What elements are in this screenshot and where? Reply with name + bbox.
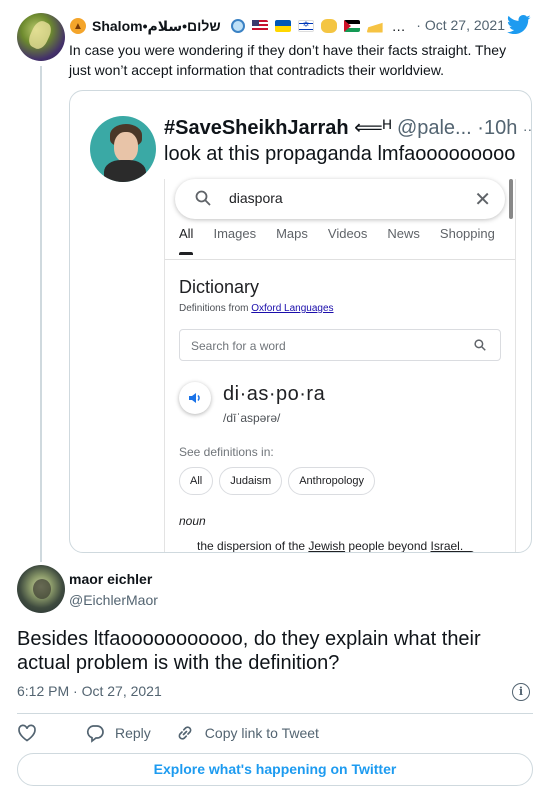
parent-tweet-date[interactable]: · Oct 27, 2021 [416, 17, 505, 33]
name-emoji-row: … [225, 18, 406, 34]
parent-display-name[interactable]: Shalom•שלום•سلام [92, 18, 221, 35]
search-icon [195, 190, 211, 206]
reply-icon [86, 725, 104, 743]
main-tweet-timestamp[interactable]: 6:12 PM · Oct 27, 2021 [17, 683, 162, 699]
google-tabs: All Images Maps Videos News Shopping [179, 227, 509, 255]
parent-tweet-text: In case you were wondering if they don’t… [69, 42, 507, 78]
chip-anthropology: Anthropology [288, 467, 376, 495]
lion-icon: ▲ [70, 18, 86, 34]
part-of-speech: noun [179, 514, 206, 528]
main-display-name[interactable]: maor eichler [69, 571, 152, 587]
embedded-handle: @pale... [396, 117, 472, 139]
embedded-tweet-text: look at this propaganda lmfaooooooooo [164, 143, 516, 165]
tab-news: News [387, 226, 420, 241]
see-definitions-label: See definitions in: [179, 445, 274, 459]
reply-label: Reply [115, 725, 151, 741]
main-tweet-text: Besides ltfaooooooooooo, do they explain… [17, 628, 481, 674]
heart-icon [18, 724, 36, 742]
tab-images: Images [213, 226, 257, 241]
ukraine-flag-icon [274, 20, 291, 32]
definition-prefix: the dispersion of the [197, 539, 309, 553]
definitions-from-label: Definitions from [179, 303, 252, 314]
chip-judaism: Judaism [219, 467, 283, 495]
headword: di·as·po·ra [223, 383, 326, 405]
copy-link-label: Copy link to Tweet [204, 725, 319, 741]
speaker-icon [179, 382, 211, 414]
chip-all: All [179, 467, 214, 495]
tab-all: All [179, 227, 194, 255]
google-search-screenshot: diaspora ✕ All Images Maps Videos News S… [164, 179, 516, 553]
google-query: diaspora [229, 190, 283, 206]
definition-link-jewish: Jewish [308, 539, 346, 553]
embedded-time: ·10h [477, 117, 518, 139]
link-icon [178, 726, 192, 740]
pronunciation: /dīˈaspərə/ [223, 411, 281, 425]
tab-videos: Videos [327, 226, 368, 241]
thread-connector-line [40, 66, 42, 562]
google-search-bar: diaspora ✕ [175, 179, 505, 219]
twitter-bird-icon[interactable] [507, 15, 531, 35]
home-indicator [433, 551, 475, 552]
embedded-avatar [90, 116, 156, 182]
name-ellipsis: … [391, 18, 406, 34]
info-icon[interactable]: i [512, 683, 530, 701]
us-flag-icon [251, 20, 268, 32]
definition-middle: people beyond [345, 539, 431, 553]
dictionary-title: Dictionary [179, 277, 260, 297]
handshake-icon [320, 19, 337, 33]
tab-maps: Maps [276, 226, 308, 241]
more-icon: ··· [522, 121, 532, 137]
palestine-flag-icon [343, 20, 360, 32]
copy-link-button[interactable]: Copy link to Tweet [175, 723, 319, 743]
explore-twitter-button[interactable]: Explore what's happening on Twitter [17, 753, 533, 786]
close-icon: ✕ [474, 189, 491, 211]
parent-avatar[interactable] [17, 13, 65, 61]
embedded-tweet-header: #SaveSheikhJarrah ⟸ᴴ @pale... ·10h ··· [164, 115, 532, 140]
parent-tweet[interactable]: ▲ Shalom•שלום•سلام … · Oct 27, 2021 In c… [0, 0, 550, 562]
scrollbar [509, 179, 513, 219]
word-search-placeholder: Search for a word [191, 339, 286, 353]
embedded-display-name: #SaveSheikhJarrah [164, 117, 349, 139]
embedded-avatar-face [114, 132, 138, 162]
definition-text: the dispersion of the Jewish people beyo… [197, 539, 463, 553]
divider [17, 713, 533, 714]
israel-flag-icon [297, 20, 314, 32]
tabs-divider [165, 259, 515, 260]
tweet-media-image[interactable]: #SaveSheikhJarrah ⟸ᴴ @pale... ·10h ··· l… [69, 90, 532, 553]
definition-chips: All Judaism Anthropology [179, 467, 381, 495]
tab-shopping: Shopping [439, 226, 495, 241]
tweet-actions: Reply Copy link to Tweet [17, 722, 533, 744]
search-icon [474, 339, 486, 351]
cheese-icon [366, 22, 383, 33]
like-button[interactable] [17, 724, 47, 742]
oxford-languages-link: Oxford Languages [251, 303, 334, 314]
globe-icon [230, 19, 245, 33]
reply-button[interactable]: Reply [85, 723, 151, 743]
embedded-badge: ⟸ᴴ [354, 117, 392, 139]
embedded-avatar-shirt [104, 160, 146, 182]
word-search-field: Search for a word [179, 329, 501, 361]
main-handle[interactable]: @EichlerMaor [69, 592, 158, 608]
dictionary-source: Definitions from Oxford Languages [179, 303, 334, 314]
main-avatar[interactable] [17, 565, 65, 613]
